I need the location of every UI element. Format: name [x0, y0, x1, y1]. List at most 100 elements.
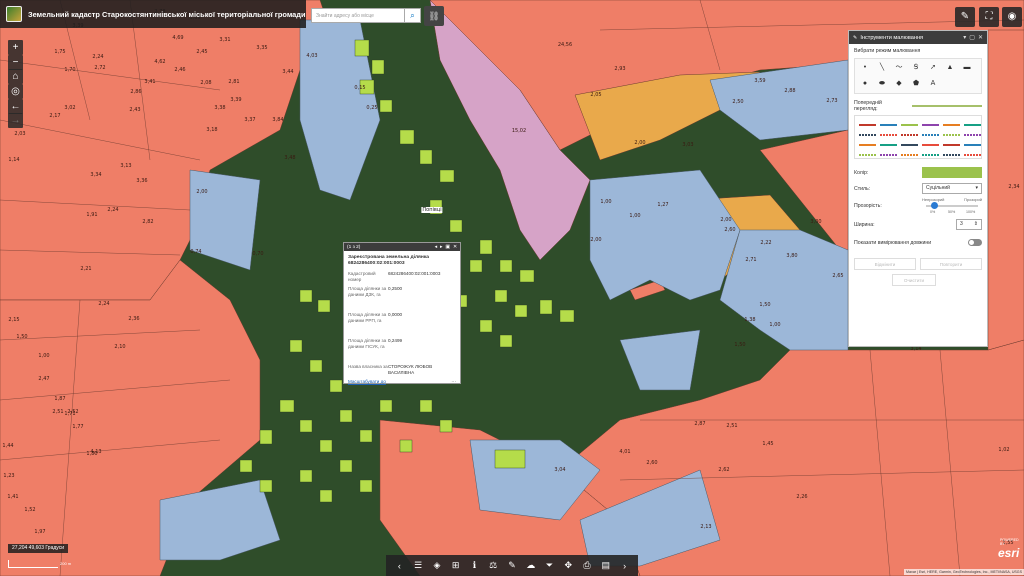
next-icon[interactable]: ›: [617, 561, 632, 571]
draw-panel: ✎ Інструменти малювання ▾ ▢ ✕ Вибрати ре…: [848, 30, 988, 347]
measure-toggle[interactable]: [968, 239, 982, 246]
draw-tool-polygon-icon[interactable]: ◆: [892, 78, 906, 90]
prev-icon[interactable]: ◂: [435, 245, 437, 250]
line-swatch[interactable]: [943, 134, 960, 136]
parcel-popup: (1 з 2) ◂ ▸ ▣ ✕ Зареєстрована земельна д…: [343, 242, 461, 384]
line-swatch[interactable]: [901, 154, 918, 156]
search-icon[interactable]: ⌕: [404, 8, 421, 23]
attribute-table-icon[interactable]: ▤: [598, 560, 613, 571]
draw-tool-button[interactable]: ✎: [955, 7, 975, 27]
line-swatch[interactable]: [859, 154, 876, 156]
clear-button[interactable]: Очистити: [892, 274, 936, 286]
line-swatch[interactable]: [880, 124, 897, 126]
next-icon[interactable]: ▸: [440, 245, 442, 250]
parcel-area-label: 2,50: [732, 99, 744, 105]
select-icon[interactable]: ✥: [561, 560, 576, 571]
line-swatch[interactable]: [901, 144, 918, 146]
print-icon[interactable]: ⎙: [580, 560, 595, 571]
line-swatch[interactable]: [859, 134, 876, 136]
draw-tool-arrow-icon[interactable]: ➚: [926, 62, 940, 74]
line-swatch[interactable]: [964, 144, 981, 146]
draw-tool-line-icon[interactable]: ╲: [875, 62, 889, 74]
eye-icon[interactable]: ◉: [1002, 7, 1022, 27]
basemap-gallery-icon[interactable]: ⊞: [448, 560, 463, 571]
color-picker[interactable]: [922, 167, 982, 178]
line-style-swatches[interactable]: [854, 115, 982, 159]
zoom-out-button[interactable]: −: [8, 55, 23, 70]
line-swatch[interactable]: [964, 124, 981, 126]
more-icon[interactable]: ···: [451, 379, 456, 384]
draw-tool-rectangle-icon[interactable]: ▬: [960, 62, 974, 74]
spin-icon[interactable]: ⇕: [974, 221, 978, 227]
redo-button[interactable]: Повторити: [920, 258, 982, 270]
parcel-red-east-edge: [987, 29, 1024, 351]
undo-button[interactable]: Відмінити: [854, 258, 916, 270]
line-swatch[interactable]: [964, 134, 981, 136]
style-select[interactable]: Суцільний: [922, 183, 982, 194]
draw-tool-point-icon[interactable]: •: [858, 62, 872, 74]
popup-field-value: 6824286400:02:001:0003: [388, 271, 441, 276]
line-swatch[interactable]: [859, 144, 876, 146]
minimize-icon[interactable]: ▾: [963, 34, 966, 41]
parcel-area-label: 15,02: [511, 128, 527, 134]
line-swatch[interactable]: [880, 134, 897, 136]
measure-icon[interactable]: ⚖: [486, 560, 501, 571]
close-icon[interactable]: ✕: [978, 34, 983, 41]
parcel-area-label: 1,14: [8, 157, 20, 163]
draw-tool-freehand-line-icon[interactable]: Ꞩ: [909, 62, 923, 74]
filter-icon[interactable]: ⏷: [542, 560, 557, 571]
about-icon[interactable]: ℹ: [467, 560, 482, 571]
parcel-area-label: 2,00: [590, 237, 602, 243]
line-swatch[interactable]: [922, 134, 939, 136]
fullscreen-button[interactable]: ⛶: [979, 7, 999, 27]
line-swatch[interactable]: [922, 144, 939, 146]
previous-extent-button[interactable]: ←: [8, 99, 23, 114]
draw-icon[interactable]: ✎: [504, 560, 519, 571]
parcel-area-label: 3,39: [230, 97, 242, 103]
line-swatch[interactable]: [901, 134, 918, 136]
zoom-to-link[interactable]: Масштабувати до: [348, 379, 386, 384]
close-icon[interactable]: ✕: [453, 245, 457, 250]
locate-button[interactable]: ◎: [8, 84, 23, 99]
line-swatch[interactable]: [964, 154, 981, 156]
line-swatch[interactable]: [922, 154, 939, 156]
parcel-area-label: 2,22: [760, 240, 772, 246]
line-swatch[interactable]: [880, 154, 897, 156]
maximize-icon[interactable]: ▢: [969, 34, 975, 41]
layers-icon[interactable]: ◈: [429, 560, 444, 571]
layer-list-icon[interactable]: ☰: [411, 560, 426, 571]
link-icon[interactable]: ⛓: [424, 6, 444, 26]
parcel-area-label: 1,80: [86, 451, 98, 457]
coordinates-readout[interactable]: 27,204 49,603 Градуси: [8, 544, 69, 553]
parcel-area-label: 3,31: [219, 37, 231, 43]
weather-icon[interactable]: ☁: [523, 560, 538, 571]
line-swatch[interactable]: [859, 124, 876, 126]
draw-tool-ellipse-icon[interactable]: ⬬: [875, 78, 889, 90]
parcel-area-label: 2,82: [142, 219, 154, 225]
zoom-in-button[interactable]: +: [8, 40, 23, 55]
draw-tool-text-icon[interactable]: A: [926, 78, 940, 90]
prev-icon[interactable]: ‹: [392, 561, 407, 571]
parcel-area-label: 3,13: [120, 163, 132, 169]
parcel-area-label: 2,00: [720, 217, 732, 223]
draw-tool-triangle-icon[interactable]: ▲: [943, 62, 957, 74]
line-swatch[interactable]: [880, 144, 897, 146]
line-swatch[interactable]: [943, 154, 960, 156]
preview-row: Попередній перегляд:: [849, 100, 987, 112]
attribution[interactable]: Maxar | Esri, HERE, Garmin, GeoTechnolog…: [904, 569, 1024, 575]
width-stepper[interactable]: 3 ⇕: [956, 219, 982, 230]
line-swatch[interactable]: [922, 124, 939, 126]
draw-tool-circle-icon[interactable]: ●: [858, 78, 872, 90]
parcel-area-label: 3,36: [136, 178, 148, 184]
line-swatch[interactable]: [943, 124, 960, 126]
line-swatch[interactable]: [943, 144, 960, 146]
opacity-knob[interactable]: [930, 202, 938, 209]
draw-tool-freehand-polygon-icon[interactable]: ⬟: [909, 78, 923, 90]
opacity-slider[interactable]: Непрозорий Прозорий 0% 50% 100%: [922, 197, 982, 215]
parcel-area-label: 1,00: [600, 199, 612, 205]
draw-tool-polyline-icon[interactable]: 〜: [892, 62, 906, 74]
dock-icon[interactable]: ▣: [445, 245, 450, 250]
line-swatch[interactable]: [901, 124, 918, 126]
home-button[interactable]: ⌂: [8, 69, 23, 84]
next-extent-button[interactable]: →: [8, 113, 23, 128]
